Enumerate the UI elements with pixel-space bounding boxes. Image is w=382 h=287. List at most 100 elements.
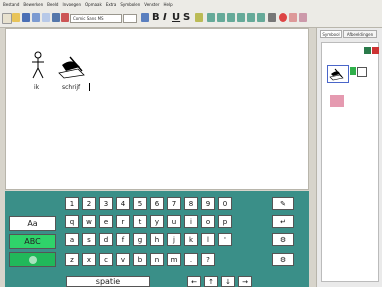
key-1-1[interactable]: w bbox=[82, 215, 96, 228]
key-1-5[interactable]: y bbox=[150, 215, 164, 228]
pointer-icon[interactable] bbox=[289, 13, 297, 22]
italic-button[interactable]: I bbox=[163, 12, 167, 24]
key-1-9[interactable]: p bbox=[218, 215, 232, 228]
arrow-up-key[interactable]: ↑ bbox=[204, 276, 218, 287]
tool-key-2[interactable]: ⚙ bbox=[272, 253, 294, 266]
enter-key[interactable]: ↵ bbox=[272, 215, 294, 228]
menu-symbols[interactable]: Symbolen bbox=[120, 0, 140, 9]
symbol-key[interactable] bbox=[9, 252, 56, 267]
arrow-left-key[interactable]: ← bbox=[187, 276, 201, 287]
key-1-7[interactable]: i bbox=[184, 215, 198, 228]
key-0-2[interactable]: 3 bbox=[99, 197, 113, 210]
delete-symbol-icon[interactable] bbox=[372, 47, 379, 54]
key-2-9[interactable]: ' bbox=[218, 233, 232, 246]
record-icon[interactable] bbox=[279, 13, 287, 22]
symbol-list bbox=[321, 42, 379, 282]
menu-insert[interactable]: Invoegen bbox=[62, 0, 81, 9]
menu-file[interactable]: Bestand bbox=[3, 0, 19, 9]
menu-format[interactable]: Opmaak bbox=[85, 0, 102, 9]
settings-icon[interactable] bbox=[299, 13, 307, 22]
arrow-right-key[interactable]: → bbox=[238, 276, 252, 287]
tab-symbol[interactable]: Symbool bbox=[320, 30, 342, 38]
underline-button[interactable]: U bbox=[172, 12, 180, 24]
bold-button[interactable]: B bbox=[152, 12, 160, 24]
key-0-1[interactable]: 2 bbox=[82, 197, 96, 210]
key-1-2[interactable]: e bbox=[99, 215, 113, 228]
menu-help[interactable]: Help bbox=[163, 0, 172, 9]
key-2-5[interactable]: h bbox=[150, 233, 164, 246]
align-right-icon[interactable] bbox=[227, 13, 235, 22]
space-key[interactable]: spatie bbox=[66, 276, 150, 287]
key-3-6[interactable]: m bbox=[167, 253, 181, 266]
key-3-5[interactable]: n bbox=[150, 253, 164, 266]
menu-edit[interactable]: Bewerken bbox=[23, 0, 43, 9]
list-icon[interactable] bbox=[247, 13, 255, 22]
open-folder-icon[interactable] bbox=[12, 13, 20, 22]
symbol-panel: Symbool Afbeeldingen bbox=[316, 28, 382, 287]
key-1-3[interactable]: r bbox=[116, 215, 130, 228]
tool-key-1[interactable]: ⚙ bbox=[272, 233, 294, 246]
key-3-7[interactable]: . bbox=[184, 253, 198, 266]
key-0-5[interactable]: 6 bbox=[150, 197, 164, 210]
key-2-0[interactable]: a bbox=[65, 233, 79, 246]
key-2-6[interactable]: j bbox=[167, 233, 181, 246]
align-left-icon[interactable] bbox=[207, 13, 215, 22]
symbol-option-2[interactable] bbox=[357, 67, 367, 77]
abc-key[interactable]: ABC bbox=[9, 234, 56, 249]
key-0-8[interactable]: 9 bbox=[201, 197, 215, 210]
key-0-3[interactable]: 4 bbox=[116, 197, 130, 210]
key-1-8[interactable]: o bbox=[201, 215, 215, 228]
key-1-4[interactable]: t bbox=[133, 215, 147, 228]
key-2-2[interactable]: d bbox=[99, 233, 113, 246]
key-2-3[interactable]: f bbox=[116, 233, 130, 246]
green-symbol-icon[interactable] bbox=[350, 67, 356, 75]
key-2-7[interactable]: k bbox=[184, 233, 198, 246]
key-3-4[interactable]: b bbox=[133, 253, 147, 266]
case-toggle-key[interactable]: Aa bbox=[9, 216, 56, 231]
menu-window[interactable]: Venster bbox=[144, 0, 159, 9]
key-0-4[interactable]: 5 bbox=[133, 197, 147, 210]
on-screen-keyboard: Aa ABC 1 2 3 4 5 6 7 8 9 0 q w e r t y u i o p a s d f g h j k l ' z x c… bbox=[5, 191, 309, 287]
justify-icon[interactable] bbox=[237, 13, 245, 22]
font-color-icon[interactable] bbox=[61, 13, 69, 22]
key-1-0[interactable]: q bbox=[65, 215, 79, 228]
indent-icon[interactable] bbox=[257, 13, 265, 22]
key-3-1[interactable]: x bbox=[82, 253, 96, 266]
key-3-0[interactable]: z bbox=[65, 253, 79, 266]
key-2-4[interactable]: g bbox=[133, 233, 147, 246]
key-3-2[interactable]: c bbox=[99, 253, 113, 266]
person-symbol-icon bbox=[32, 51, 44, 79]
pencil-key[interactable]: ✎ bbox=[272, 197, 294, 210]
key-3-8[interactable]: ? bbox=[201, 253, 215, 266]
key-2-1[interactable]: s bbox=[82, 233, 96, 246]
document-area[interactable]: ik schrijf bbox=[5, 28, 309, 190]
symbol-option-3[interactable] bbox=[330, 95, 344, 107]
highlight-icon[interactable] bbox=[195, 13, 203, 22]
speak-icon[interactable] bbox=[52, 13, 60, 22]
arrow-down-key[interactable]: ↓ bbox=[221, 276, 235, 287]
print-icon[interactable] bbox=[32, 13, 40, 22]
font-name-select[interactable]: Comic Sans MS bbox=[70, 14, 122, 23]
key-0-0[interactable]: 1 bbox=[65, 197, 79, 210]
menu-view[interactable]: Beeld bbox=[47, 0, 58, 9]
key-0-9[interactable]: 0 bbox=[218, 197, 232, 210]
symbol-option-selected[interactable] bbox=[327, 65, 349, 83]
toolbar: Comic Sans MS B I U S bbox=[0, 9, 382, 28]
key-1-6[interactable]: u bbox=[167, 215, 181, 228]
menu-tools[interactable]: Extra bbox=[106, 0, 117, 9]
key-0-7[interactable]: 8 bbox=[184, 197, 198, 210]
save-icon[interactable] bbox=[22, 13, 30, 22]
edit-symbol-icon[interactable] bbox=[364, 47, 371, 54]
tab-images[interactable]: Afbeeldingen bbox=[343, 30, 377, 38]
key-3-3[interactable]: v bbox=[116, 253, 130, 266]
undo-icon[interactable] bbox=[42, 13, 50, 22]
strike-button[interactable]: S bbox=[183, 12, 190, 24]
align-center-icon[interactable] bbox=[217, 13, 225, 22]
key-2-8[interactable]: l bbox=[201, 233, 215, 246]
new-document-icon[interactable] bbox=[2, 13, 12, 24]
font-size-select[interactable] bbox=[123, 14, 137, 23]
symbol-mode-icon bbox=[28, 256, 37, 264]
key-0-6[interactable]: 7 bbox=[167, 197, 181, 210]
symbol-mode-icon[interactable] bbox=[141, 13, 149, 22]
image-icon[interactable] bbox=[268, 13, 276, 22]
